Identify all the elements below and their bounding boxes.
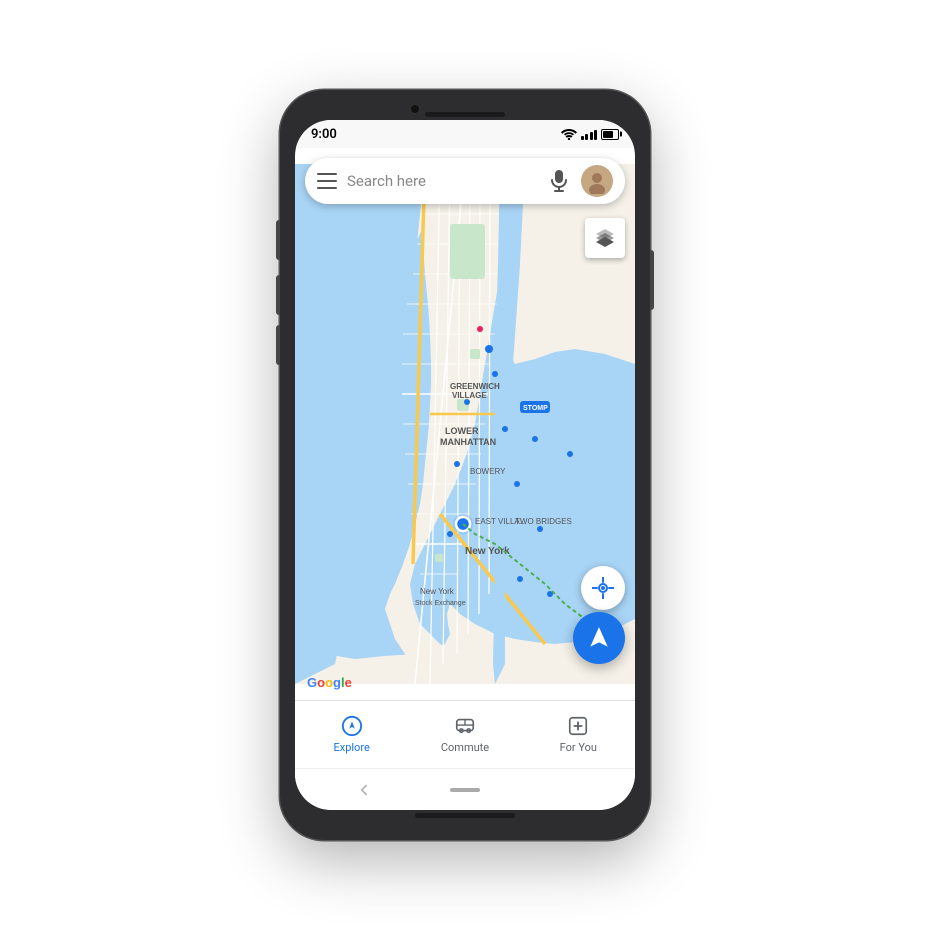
wifi-icon xyxy=(561,128,577,140)
search-bar[interactable]: Search here xyxy=(305,158,625,204)
phone-screen: 9:00 xyxy=(295,120,635,810)
status-time: 9:00 xyxy=(311,127,337,142)
svg-text:GREENWICH: GREENWICH xyxy=(450,382,500,391)
camera xyxy=(410,104,420,114)
avatar-button[interactable] xyxy=(581,165,613,197)
for-you-icon xyxy=(567,715,589,737)
speaker-top xyxy=(425,112,505,117)
commute-label: Commute xyxy=(441,741,489,754)
map-area[interactable]: LOWER MANHATTAN New York GREENWICH VILLA… xyxy=(295,148,635,700)
battery-icon xyxy=(601,129,619,140)
search-input[interactable]: Search here xyxy=(347,172,543,190)
svg-text:MANHATTAN: MANHATTAN xyxy=(440,437,496,447)
commute-icon xyxy=(454,715,476,737)
svg-text:BOWERY: BOWERY xyxy=(470,467,506,476)
nav-item-explore[interactable]: Explore xyxy=(312,715,392,754)
mic-icon xyxy=(550,170,568,192)
google-logo: G o o g l e xyxy=(307,675,352,690)
svg-text:TWO BRIDGES: TWO BRIDGES xyxy=(515,517,572,526)
svg-text:New York: New York xyxy=(420,587,455,596)
android-nav-bar xyxy=(295,768,635,810)
location-button[interactable] xyxy=(581,566,625,610)
svg-text:VILLAGE: VILLAGE xyxy=(452,391,487,400)
navigate-fab[interactable] xyxy=(573,612,625,664)
home-pill[interactable] xyxy=(450,788,480,792)
bottom-nav: Explore Commute Fo xyxy=(295,700,635,768)
hamburger-icon[interactable] xyxy=(317,173,337,189)
signal-icon xyxy=(581,128,598,140)
explore-icon xyxy=(341,715,363,737)
layers-button[interactable] xyxy=(585,218,625,258)
for-you-label: For You xyxy=(560,741,597,754)
nav-item-commute[interactable]: Commute xyxy=(425,715,505,754)
explore-label: Explore xyxy=(334,741,370,754)
speaker-bottom xyxy=(415,813,515,818)
navigate-icon xyxy=(586,625,612,651)
svg-text:LOWER: LOWER xyxy=(445,426,479,436)
status-bar: 9:00 xyxy=(295,120,635,148)
status-icons xyxy=(561,128,620,140)
nav-item-for-you[interactable]: For You xyxy=(538,715,618,754)
back-arrow-icon[interactable] xyxy=(355,781,373,799)
my-location-icon xyxy=(592,577,614,599)
phone-device: 9:00 xyxy=(280,90,650,840)
avatar-icon xyxy=(584,168,610,194)
layers-icon xyxy=(594,227,616,249)
svg-text:Stock Exchange: Stock Exchange xyxy=(415,600,466,607)
mic-button[interactable] xyxy=(543,165,575,197)
svg-text:STOMP: STOMP xyxy=(523,405,548,412)
